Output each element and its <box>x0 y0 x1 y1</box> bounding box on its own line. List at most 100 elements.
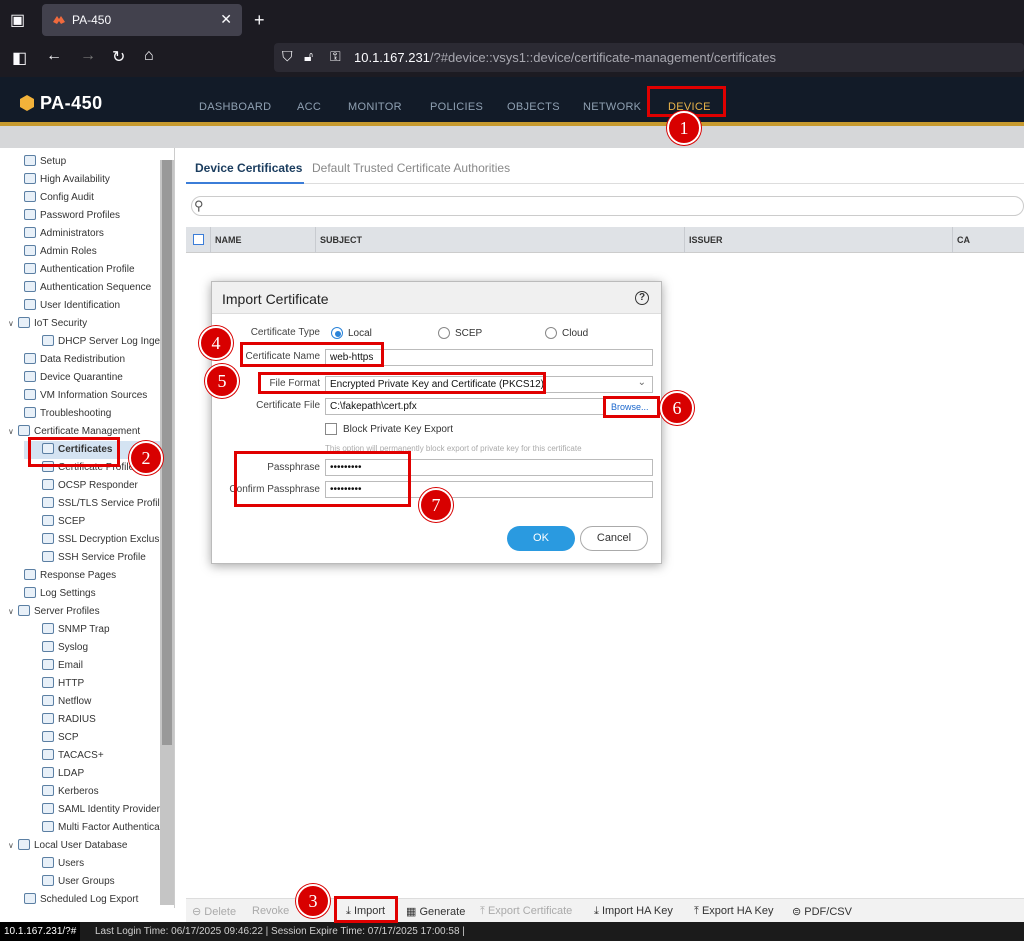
column-issuer[interactable]: ISSUER <box>689 235 723 245</box>
sidebar-item-iot-security[interactable]: ∨ IoT Security <box>8 315 87 333</box>
sidebar-item-device-quarantine[interactable]: Device Quarantine <box>24 369 123 387</box>
sidebar-item-kerberos[interactable]: Kerberos <box>42 783 99 801</box>
help-icon[interactable]: ? <box>635 291 649 305</box>
sidebar-scrollbar[interactable] <box>160 160 174 905</box>
pdf-csv-button[interactable]: ⊜ PDF/CSV <box>792 905 852 918</box>
tab-close-icon[interactable]: ✕ <box>220 11 232 28</box>
shield-icon[interactable]: ⛉ <box>282 48 293 65</box>
sidebar-item-ssl-tls-service-profile[interactable]: SSL/TLS Service Profile <box>42 495 165 513</box>
export-ha-key-button[interactable]: ⤒ Export HA Key <box>694 905 773 918</box>
column-name[interactable]: NAME <box>215 235 242 245</box>
logo-hex-icon <box>20 95 34 111</box>
block-private-key-label: Block Private Key Export <box>343 424 454 435</box>
import-icon: ⤓ <box>594 905 599 917</box>
sidebar-item-label: Users <box>58 858 85 869</box>
import-ha-key-label: Import HA Key <box>601 905 673 917</box>
sidebar-item-response-pages[interactable]: Response Pages <box>24 567 116 585</box>
export-certificate-button[interactable]: ⤒ Export Certificate <box>480 905 572 918</box>
revoke-button[interactable]: Revoke <box>252 905 289 917</box>
sidebar-item-administrators[interactable]: Administrators <box>24 225 104 243</box>
nav-acc[interactable]: ACC <box>297 101 321 113</box>
new-tab-icon[interactable]: + <box>254 10 265 31</box>
sidebar-item-saml-identity-provider[interactable]: SAML Identity Provider <box>42 801 160 819</box>
sidebar-item-netflow[interactable]: Netflow <box>42 693 91 711</box>
sidebar-scrollbar-thumb[interactable] <box>162 160 172 745</box>
sidebar-item-multi-factor-authentication[interactable]: Multi Factor Authentication <box>42 819 174 837</box>
sidebar-item-admin-roles[interactable]: Admin Roles <box>24 243 97 261</box>
nav-dashboard[interactable]: DASHBOARD <box>199 101 271 113</box>
reload-icon[interactable]: ↻ <box>112 47 125 67</box>
radio-icon <box>545 327 557 339</box>
lock-warning-icon[interactable]: 🔓︎ <box>304 48 313 65</box>
sidebar-item-tacacs[interactable]: TACACS+ <box>42 747 104 765</box>
sidebar-item-local-user-database[interactable]: ∨ Local User Database <box>8 837 127 855</box>
url-bar[interactable]: ⛉ 🔓︎ ⚿ 10.1.167.231/?#device::vsys1::dev… <box>274 43 1024 72</box>
sidebar-item-users[interactable]: Users <box>42 855 84 873</box>
sidebar-item-config-audit[interactable]: Config Audit <box>24 189 94 207</box>
sidebar-item-snmp-trap[interactable]: SNMP Trap <box>42 621 110 639</box>
column-subject[interactable]: SUBJECT <box>320 235 362 245</box>
ok-button[interactable]: OK <box>507 526 575 551</box>
sidebar-item-http[interactable]: HTTP <box>42 675 84 693</box>
setup-icon <box>24 155 36 166</box>
tab-list-icon[interactable]: ▣ <box>10 10 25 30</box>
sidebar-item-data-redistribution[interactable]: Data Redistribution <box>24 351 125 369</box>
cancel-button[interactable]: Cancel <box>580 526 648 551</box>
forward-icon[interactable]: → <box>80 47 96 65</box>
import-ha-key-button[interactable]: ⤓ Import HA Key <box>594 905 673 918</box>
sidebar-item-scp[interactable]: SCP <box>42 729 79 747</box>
filter-input[interactable]: ⚲ <box>191 196 1024 216</box>
sidebar-toggle-icon[interactable]: ◧ <box>12 48 27 68</box>
back-icon[interactable]: ← <box>46 47 62 65</box>
sidebar-item-ssh-service-profile[interactable]: SSH Service Profile <box>42 549 146 567</box>
radio-local-label: Local <box>348 328 372 339</box>
sidebar-item-password-profiles[interactable]: Password Profiles <box>24 207 120 225</box>
chevron-down-icon[interactable]: ∨ <box>8 423 18 441</box>
sidebar-item-label: SCEP <box>58 516 86 527</box>
sidebar-item-scheduled-log-export[interactable]: Scheduled Log Export <box>24 891 138 908</box>
key-icon[interactable]: ⚿ <box>330 48 341 65</box>
sidebar-item-label: Local User Database <box>34 840 128 851</box>
sidebar-item-ldap[interactable]: LDAP <box>42 765 84 783</box>
lock-icon <box>42 497 54 508</box>
sidebar-item-setup[interactable]: Setup <box>24 153 66 171</box>
sidebar-item-vm-information-sources[interactable]: VM Information Sources <box>24 387 147 405</box>
tab-default-trusted-cas[interactable]: Default Trusted Certificate Authorities <box>312 161 510 175</box>
sidebar-item-user-identification[interactable]: User Identification <box>24 297 120 315</box>
sidebar-item-label: DHCP Server Log Ingest <box>58 336 168 347</box>
sidebar-item-server-profiles[interactable]: ∨ Server Profiles <box>8 603 100 621</box>
sidebar-item-troubleshooting[interactable]: Troubleshooting <box>24 405 111 423</box>
sidebar-item-email[interactable]: Email <box>42 657 83 675</box>
chevron-down-icon[interactable]: ∨ <box>8 603 18 621</box>
generate-button[interactable]: ▦ Generate <box>406 905 465 918</box>
chevron-down-icon[interactable]: ∨ <box>8 837 18 855</box>
sidebar-item-ssl-decryption-exclusion[interactable]: SSL Decryption Exclusion <box>42 531 173 549</box>
sidebar-item-log-settings[interactable]: Log Settings <box>24 585 96 603</box>
chevron-down-icon[interactable]: ∨ <box>8 315 18 333</box>
nav-objects[interactable]: OBJECTS <box>507 101 560 113</box>
sidebar-item-scep[interactable]: SCEP <box>42 513 85 531</box>
delete-button[interactable]: ⊖ Delete <box>192 905 236 918</box>
browser-tab[interactable]: PA-450 ✕ <box>42 4 242 36</box>
sidebar-item-authentication-profile[interactable]: Authentication Profile <box>24 261 135 279</box>
block-private-key-checkbox[interactable] <box>325 423 337 435</box>
sidebar-item-high-availability[interactable]: High Availability <box>24 171 110 189</box>
radio-local[interactable]: Local <box>331 327 372 339</box>
sidebar-item-user-groups[interactable]: User Groups <box>42 873 115 891</box>
sidebar-item-syslog[interactable]: Syslog <box>42 639 88 657</box>
select-all-checkbox[interactable] <box>193 234 204 245</box>
certificate-file-input[interactable]: C:\fakepath\cert.pfx <box>325 398 605 415</box>
column-ca[interactable]: CA <box>957 235 970 245</box>
tab-device-certificates[interactable]: Device Certificates <box>195 161 302 175</box>
home-icon[interactable]: ⌂ <box>144 47 154 65</box>
sidebar-item-label: Response Pages <box>40 570 117 581</box>
sidebar-item-dhcp-server-log-ingest[interactable]: DHCP Server Log Ingest <box>42 333 168 351</box>
sidebar-item-radius[interactable]: RADIUS <box>42 711 96 729</box>
radio-scep[interactable]: SCEP <box>438 327 482 339</box>
nav-monitor[interactable]: MONITOR <box>348 101 402 113</box>
sidebar-item-authentication-sequence[interactable]: Authentication Sequence <box>24 279 151 297</box>
nav-network[interactable]: NETWORK <box>583 101 641 113</box>
nav-policies[interactable]: POLICIES <box>430 101 483 113</box>
sidebar-item-ocsp-responder[interactable]: OCSP Responder <box>42 477 138 495</box>
radio-cloud[interactable]: Cloud <box>545 327 588 339</box>
